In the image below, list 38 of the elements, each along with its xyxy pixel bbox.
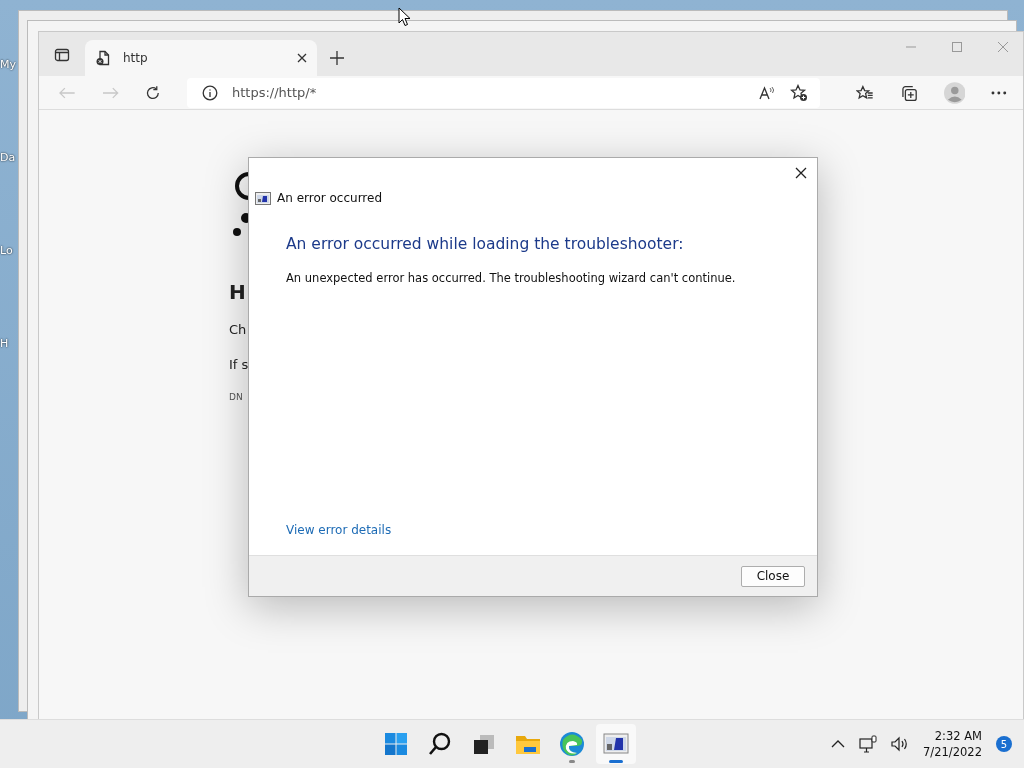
browser-tab[interactable]: http [85,40,317,76]
read-aloud-icon[interactable] [758,84,777,101]
dialog-title: An error occurred [277,191,383,205]
profile-avatar-icon[interactable] [943,81,966,104]
volume-icon[interactable] [891,736,910,752]
info-icon [202,84,218,101]
favorites-icon[interactable] [856,84,875,101]
add-favorite-icon[interactable] [790,83,809,102]
view-details-link[interactable]: View error details [286,523,392,537]
troubleshooter-app-icon [603,732,629,756]
collections-icon[interactable] [900,83,918,102]
browser-logo-icon [559,731,585,757]
chevron-up-icon[interactable] [831,740,846,748]
page-text: Ch [229,322,247,337]
network-icon[interactable] [859,735,878,753]
search-icon [428,732,452,756]
notification-badge[interactable]: 5 [996,736,1012,752]
page-heading: H [229,280,246,304]
clock[interactable]: 2:32 AM 7/21/2022 [923,728,982,760]
taskbar-app-button[interactable] [596,724,636,764]
error-code: DN [229,392,243,402]
close-icon[interactable] [795,167,807,179]
sidebar-icon[interactable] [54,47,70,63]
running-indicator [609,760,623,763]
page-error-icon [95,50,111,66]
task-view-icon [472,732,496,756]
refresh-icon[interactable] [145,84,161,101]
running-indicator [569,760,575,763]
more-options-icon[interactable] [991,90,1007,95]
error-heading: An error occurred while loading the troubleshooter: [286,235,685,253]
error-message: An unexpected error has occurred. The troubleshooting wizard can't continue. [286,271,737,285]
new-tab-icon[interactable] [329,50,345,66]
address-bar[interactable]: https://http/* [187,77,821,108]
page-text: If s [229,357,249,372]
troubleshooter-app-icon [255,191,271,205]
close-icon[interactable] [297,53,307,63]
close-button[interactable]: Close [741,565,805,587]
start-icon [384,732,408,756]
